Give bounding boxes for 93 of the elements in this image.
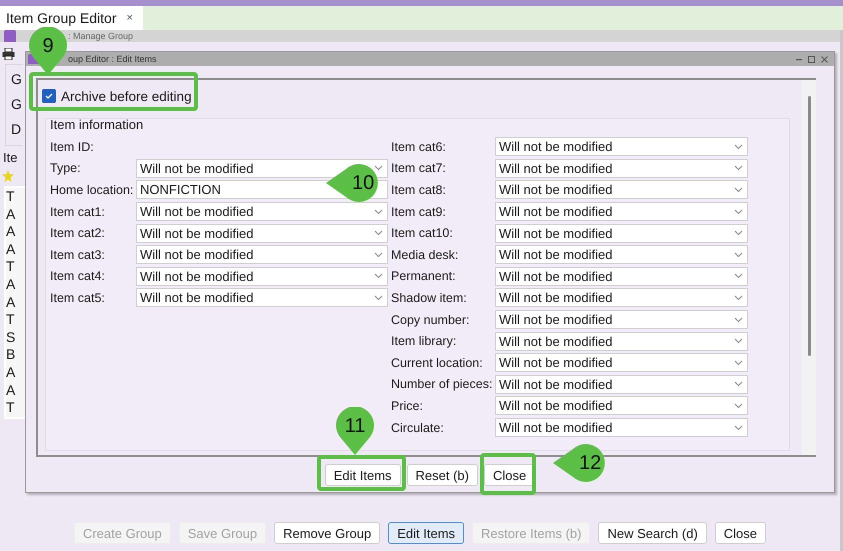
field-label: Current location: <box>391 356 484 370</box>
chevron-icon <box>374 230 383 236</box>
chevron-icon <box>734 402 743 409</box>
group-label: G <box>11 96 23 112</box>
field-label: Home location: <box>50 182 134 197</box>
dropdown[interactable]: Will not be modified <box>136 288 388 308</box>
field-label: Shadow item: <box>391 290 468 305</box>
minimize-icon[interactable] <box>796 58 802 60</box>
chevron-icon <box>734 186 743 193</box>
chevron-icon <box>734 230 743 236</box>
dropdown[interactable]: Will not be modified <box>136 224 388 243</box>
group-label: D <box>11 121 22 137</box>
chevron-icon <box>374 165 383 172</box>
dropdown[interactable]: Will not be modified <box>495 418 748 438</box>
field-label: Item cat3: <box>50 248 106 262</box>
callout-pin <box>27 27 69 75</box>
dialog-button[interactable]: Edit Items <box>324 464 401 486</box>
list-heading: Ite <box>3 150 18 166</box>
chevron-icon <box>374 208 383 215</box>
dropdown[interactable]: Will not be modified <box>136 266 388 286</box>
action-button[interactable]: Close <box>714 522 766 544</box>
editor-tab[interactable]: Item Group Editor × <box>0 6 143 30</box>
callout-pin <box>334 407 376 455</box>
field-label: Item cat4: <box>50 269 106 284</box>
callout-number: 11 <box>344 415 366 438</box>
action-button[interactable]: New Search (d) <box>598 522 707 544</box>
callout-number: 9 <box>42 35 54 58</box>
tab-label: Item Group Editor <box>6 10 116 26</box>
checkbox-label: Archive before editing <box>61 88 192 104</box>
field-label: Item cat8: <box>391 182 447 197</box>
scrollbar[interactable] <box>802 80 816 455</box>
checkbox[interactable] <box>42 89 56 103</box>
chevron-icon <box>734 381 743 388</box>
field-label: Item ID: <box>50 140 95 154</box>
field-label: Media desk: <box>391 248 460 262</box>
dropdown[interactable]: Will not be modified <box>495 224 748 243</box>
field-label: Item cat5: <box>50 290 106 305</box>
chevron-icon <box>734 316 743 323</box>
chevron-icon <box>734 424 743 431</box>
chevron-icon <box>734 294 743 301</box>
group-label: G <box>11 71 23 87</box>
field-label: Item cat9: <box>391 204 447 219</box>
chevron-icon <box>734 338 743 344</box>
window-title: oup Editor : Edit Items <box>68 54 157 64</box>
dropdown[interactable]: Will not be modified <box>495 137 748 156</box>
field-label: Permanent: <box>391 269 457 284</box>
dropdown[interactable]: Will not be modified <box>136 245 388 264</box>
dropdown[interactable]: Will not be modified <box>495 266 748 286</box>
field-label: Item cat6: <box>391 140 447 154</box>
maximize-icon[interactable] <box>808 56 815 62</box>
field-label: Item cat1: <box>50 204 106 219</box>
chevron-icon <box>734 360 743 366</box>
action-button[interactable]: Remove Group <box>274 522 380 544</box>
field-label: Price: <box>391 398 424 413</box>
action-button[interactable]: Edit Items <box>388 522 464 544</box>
chevron-icon <box>374 273 383 280</box>
dialog-button[interactable]: Reset (b) <box>406 464 478 486</box>
dropdown[interactable]: Will not be modified <box>495 180 748 200</box>
highlight-frame <box>480 453 536 495</box>
chevron-icon <box>374 252 383 258</box>
field-label: Circulate: <box>391 420 445 435</box>
section-title: Item information <box>50 117 144 132</box>
dropdown[interactable]: Will not be modified <box>495 202 748 222</box>
close-icon[interactable]: × <box>126 12 133 24</box>
app-icon <box>4 30 16 42</box>
window-title: : Manage Group <box>68 31 134 41</box>
printer-icon[interactable] <box>2 48 15 60</box>
chevron-icon <box>374 294 383 301</box>
field-label: Item cat7: <box>391 161 447 176</box>
dropdown[interactable]: Will not be modified <box>495 158 748 178</box>
field-label: Type: <box>50 161 82 176</box>
dropdown[interactable]: Will not be modified <box>495 310 748 330</box>
dropdown[interactable]: Will not be modified <box>495 396 748 416</box>
field-label: Number of pieces: <box>391 377 494 392</box>
close-icon[interactable] <box>821 56 828 62</box>
dropdown[interactable]: Will not be modified <box>495 353 748 372</box>
field-label: Item library: <box>391 334 458 348</box>
field-label: Item cat10: <box>391 226 454 240</box>
dropdown[interactable]: Will not be modified <box>495 374 748 394</box>
dropdown[interactable]: Will not be modified <box>495 332 748 351</box>
field-label: Copy number: <box>391 312 471 327</box>
dropdown[interactable]: Will not be modified <box>495 288 748 308</box>
chevron-icon <box>734 208 743 215</box>
checkmark-icon <box>45 93 53 99</box>
field-label: Item cat2: <box>50 226 106 240</box>
chevron-icon <box>734 252 743 258</box>
dropdown[interactable]: Will not be modified <box>136 202 388 222</box>
chevron-icon <box>734 273 743 280</box>
dropdown[interactable]: Will not be modified <box>495 245 748 264</box>
chevron-icon <box>734 165 743 172</box>
star-icon[interactable] <box>2 170 14 182</box>
callout-number: 12 <box>579 452 602 474</box>
chevron-icon <box>734 144 743 150</box>
